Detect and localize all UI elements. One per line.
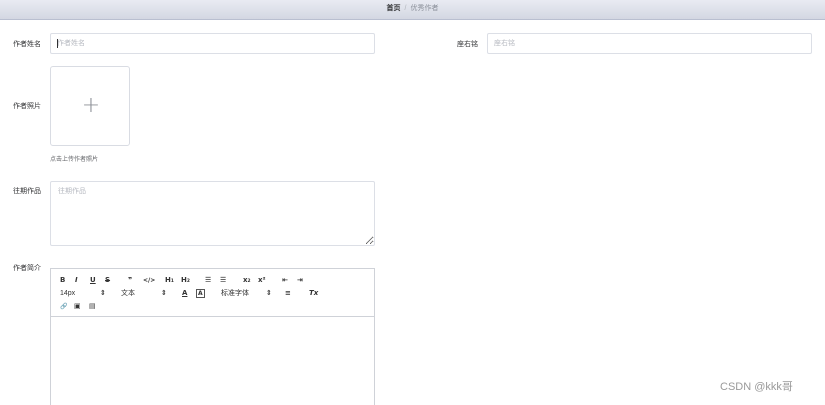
breadcrumb-current: 优秀作者 [410,5,439,12]
photo-upload-box[interactable]: + [50,66,130,146]
rich-text-editor: B I U S ❞ </> H₁ H₂ ☰ ☰ x₂ x² ⇤ ⇥ 14px ⇕… [50,268,375,405]
text-style-arrow-icon[interactable]: ⇕ [161,289,167,298]
plus-icon: + [81,93,101,118]
code-block-button[interactable]: </> [143,276,155,285]
italic-button[interactable]: I [75,276,78,285]
text-style-value: 文本 [121,290,135,297]
underline-button[interactable]: U [90,276,96,285]
photo-upload-tip: 点击上传作者照片 [50,157,99,163]
image-icon[interactable]: ▣ [74,302,81,311]
clean-format-icon[interactable]: Tx [309,289,318,298]
motto-label: 座右铭 [457,41,478,48]
font-size-arrow-icon[interactable]: ⇕ [100,289,106,298]
video-icon[interactable]: ▤ [89,302,96,311]
blockquote-button[interactable]: ❞ [128,276,132,285]
font-family-value: 标准字体 [221,290,249,297]
bold-button[interactable]: B [60,276,65,285]
ordered-list-icon[interactable]: ☰ [205,276,211,285]
author-name-input[interactable] [50,33,375,54]
breadcrumb: 首页 / 优秀作者 [0,4,825,13]
subscript-button[interactable]: x₂ [243,276,251,285]
intro-label: 作者简介 [13,265,41,272]
text-style-select[interactable]: 文本 [121,289,135,298]
editor-toolbar: B I U S ❞ </> H₁ H₂ ☰ ☰ x₂ x² ⇤ ⇥ 14px ⇕… [51,269,374,317]
superscript-button[interactable]: x² [258,276,266,285]
breadcrumb-separator: / [404,5,407,12]
strike-button[interactable]: S [105,276,110,285]
indent-increase-icon[interactable]: ⇥ [297,276,303,285]
link-icon[interactable]: 🔗 [60,302,67,311]
bullet-list-icon[interactable]: ☰ [220,276,226,285]
motto-input[interactable] [487,33,812,54]
editor-content-area[interactable] [51,318,374,405]
indent-decrease-icon[interactable]: ⇤ [282,276,288,285]
font-family-arrow-icon[interactable]: ⇕ [266,289,272,298]
font-family-select[interactable]: 标准字体 [221,289,249,298]
heading-2-button[interactable]: H₂ [181,276,190,285]
author-photo-label: 作者照片 [13,103,41,110]
background-color-icon[interactable]: A [196,289,205,298]
heading-1-button[interactable]: H₁ [165,276,174,285]
font-size-select[interactable]: 14px [60,289,75,298]
author-name-label: 作者姓名 [13,41,41,48]
top-header-bar: 首页 / 优秀作者 [0,0,825,20]
csdn-watermark: CSDN @kkk哥 [720,381,793,393]
breadcrumb-home[interactable]: 首页 [387,5,401,12]
align-icon[interactable]: ≡ [285,289,291,298]
font-color-icon[interactable]: A [182,289,187,298]
font-size-value: 14px [60,290,76,297]
past-works-textarea[interactable] [50,181,375,246]
past-works-label: 往期作品 [13,188,41,195]
text-cursor [57,39,58,48]
